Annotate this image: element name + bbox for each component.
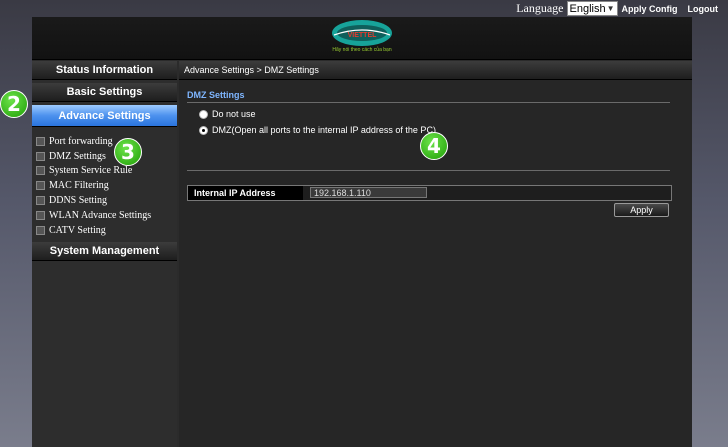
viettel-logo: VIETTEL Hãy nói theo cách của bạn <box>330 19 394 55</box>
slogan: Hãy nói theo cách của bạn <box>332 47 392 53</box>
router-frame: VIETTEL Hãy nói theo cách của bạn Status… <box>32 17 692 447</box>
menu-advance-settings[interactable]: Advance Settings <box>32 105 177 127</box>
header: VIETTEL Hãy nói theo cách của bạn <box>32 17 692 60</box>
menu-system-management[interactable]: System Management <box>32 241 177 261</box>
ip-address-label: Internal IP Address <box>188 186 303 200</box>
radio-button[interactable] <box>199 109 208 119</box>
bullet-icon <box>36 210 45 220</box>
submenu-ddns-setting[interactable]: DDNS Setting <box>36 193 177 208</box>
submenu-label: System Service Rule <box>49 165 133 177</box>
ip-address-row: Internal IP Address 192.168.1.110 <box>187 185 672 201</box>
radio-dmz[interactable]: DMZ(Open all ports to the internal IP ad… <box>199 125 436 135</box>
viettel-logo-icon: VIETTEL <box>332 20 392 46</box>
bullet-icon <box>36 196 45 206</box>
radio-do-not-use[interactable]: Do not use <box>199 109 256 119</box>
advance-submenu: Port forwarding DMZ Settings System Serv… <box>32 130 177 242</box>
radio-label: Do not use <box>212 109 256 119</box>
step-badge-2: 2 <box>0 90 28 118</box>
divider <box>187 170 670 171</box>
bullet-icon <box>36 136 45 146</box>
submenu-label: DMZ Settings <box>49 150 106 162</box>
menu-status-information[interactable]: Status Information <box>32 61 177 80</box>
submenu-wlan-advance-settings[interactable]: WLAN Advance Settings <box>36 208 177 223</box>
language-label: Language <box>516 1 564 15</box>
bullet-icon <box>36 181 45 191</box>
divider <box>187 102 670 103</box>
submenu-label: CATV Setting <box>49 224 106 236</box>
submenu-mac-filtering[interactable]: MAC Filtering <box>36 178 177 193</box>
logout-link[interactable]: Logout <box>688 4 719 14</box>
section-title: DMZ Settings <box>187 90 245 100</box>
submenu-label: MAC Filtering <box>49 180 109 192</box>
submenu-port-forwarding[interactable]: Port forwarding <box>36 134 177 149</box>
submenu-catv-setting[interactable]: CATV Setting <box>36 223 177 238</box>
main-panel: Advance Settings > DMZ Settings DMZ Sett… <box>179 61 692 447</box>
breadcrumb: Advance Settings > DMZ Settings <box>179 61 692 80</box>
menu-basic-settings[interactable]: Basic Settings <box>32 83 177 102</box>
submenu-label: WLAN Advance Settings <box>49 209 152 221</box>
step-badge-4: 4 <box>420 132 448 160</box>
bullet-icon <box>36 166 45 176</box>
submenu-label: Port forwarding <box>49 135 113 147</box>
submenu-dmz-settings[interactable]: DMZ Settings <box>36 149 177 164</box>
chevron-down-icon: ▼ <box>606 4 615 13</box>
ip-address-input[interactable]: 192.168.1.110 <box>310 187 427 198</box>
language-value: English <box>569 2 606 15</box>
bullet-icon <box>36 225 45 235</box>
apply-config-link[interactable]: Apply Config <box>622 4 678 14</box>
radio-button[interactable] <box>199 125 208 135</box>
logo-text: VIETTEL <box>348 32 378 39</box>
bullet-icon <box>36 151 45 161</box>
apply-button[interactable]: Apply <box>614 203 669 217</box>
step-badge-3: 3 <box>114 138 142 166</box>
submenu-system-service-rule[interactable]: System Service Rule <box>36 164 177 179</box>
language-select[interactable]: English ▼ <box>566 1 618 16</box>
top-bar: Language English ▼ Apply Config Logout <box>0 0 728 17</box>
radio-label: DMZ(Open all ports to the internal IP ad… <box>212 125 436 135</box>
sidebar: Status Information Basic Settings Advanc… <box>32 61 177 447</box>
submenu-label: DDNS Setting <box>49 195 108 207</box>
